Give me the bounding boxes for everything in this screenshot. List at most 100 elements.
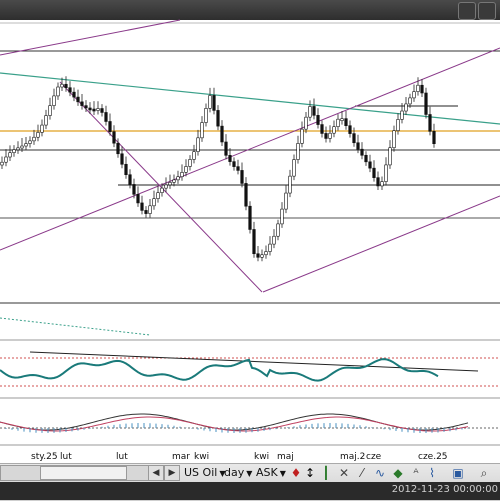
candle-body: [252, 229, 256, 255]
chart-type-icon[interactable]: ◆: [390, 465, 406, 481]
price-panel: [0, 19, 500, 304]
candle-body: [76, 96, 80, 103]
status-datetime: 2012-11-23 00:00:00: [391, 484, 498, 495]
candlestick-icon[interactable]: ┃: [318, 465, 334, 481]
candle-body: [80, 101, 84, 106]
axis-label: cze: [366, 452, 382, 462]
candle-body: [156, 192, 160, 199]
price-side-select[interactable]: ASK ▼: [254, 465, 288, 481]
line-tool-icon[interactable]: ⁄: [354, 465, 370, 481]
candle-body: [384, 164, 388, 182]
candle-body: [40, 124, 44, 133]
zoom-icon[interactable]: ⌕: [476, 465, 492, 481]
arrow-right-icon[interactable]: ▶: [164, 465, 180, 481]
candle-body: [48, 105, 52, 116]
candle-body: [88, 107, 92, 111]
axis-label: sty.25: [31, 452, 58, 462]
candle-body: [296, 143, 300, 160]
candle-body: [204, 108, 208, 123]
candle-body: [336, 118, 340, 127]
candle-body: [36, 132, 40, 138]
candle-body: [424, 92, 428, 115]
candle-body: [196, 137, 200, 152]
candle-body: [240, 170, 244, 184]
candle-body: [72, 91, 76, 98]
macd-panel: [0, 413, 500, 433]
candle-body: [304, 116, 308, 130]
candle-body: [288, 175, 292, 194]
candle-body: [388, 147, 392, 166]
candle-body: [56, 86, 60, 97]
candle-body: [364, 154, 368, 163]
candle-body: [220, 125, 224, 143]
axis-label: lut: [60, 452, 72, 462]
candle-body: [232, 161, 236, 167]
interval-select[interactable]: day ▼: [222, 465, 254, 481]
candle-body: [420, 84, 424, 94]
candle-body: [372, 167, 376, 178]
status-bar: 2012-11-23 00:00:00: [0, 482, 500, 500]
axis-label: mar: [172, 452, 190, 462]
candle-body: [16, 147, 20, 151]
candle-body: [408, 97, 412, 105]
scrollbar-thumb[interactable]: [40, 466, 127, 480]
candle-body: [224, 141, 228, 156]
candle-body: [180, 172, 184, 178]
candle-body: [428, 114, 432, 132]
candle-body: [404, 103, 408, 112]
candle-body: [356, 142, 360, 150]
candle-body: [0, 161, 4, 166]
candle-body: [316, 115, 320, 125]
candle-body: [24, 143, 28, 147]
candle-body: [324, 133, 328, 139]
cursor-tool-icon[interactable]: ↕: [302, 465, 318, 481]
candle-body: [276, 223, 280, 237]
instrument-select[interactable]: US Oil ▼: [182, 465, 227, 481]
axis-label: cze.25: [418, 452, 448, 462]
candle-body: [416, 84, 420, 92]
arrow-left-icon[interactable]: ◀: [148, 465, 164, 481]
candles: [0, 76, 436, 262]
crosshair-icon[interactable]: ✕: [336, 465, 352, 481]
candle-body: [248, 205, 252, 230]
candle-body: [136, 194, 140, 204]
candle-body: [124, 163, 128, 176]
candle-body: [308, 106, 312, 118]
candle-body: [120, 153, 124, 165]
candle-body: [152, 198, 156, 207]
candle-body: [168, 182, 172, 186]
candle-body: [144, 210, 148, 214]
candle-body: [328, 132, 332, 139]
candle-body: [84, 105, 88, 109]
template-icon[interactable]: ▣: [450, 465, 466, 481]
volume-trend: [0, 317, 151, 336]
axis-label: kwi: [194, 452, 210, 462]
candle-body: [260, 254, 264, 258]
candle-body: [244, 183, 248, 207]
candle-body: [368, 161, 372, 169]
candle-body: [108, 121, 112, 132]
ruler-icon[interactable]: ⌇: [424, 465, 440, 481]
candle-body: [20, 145, 24, 149]
text-tool-icon[interactable]: ᴬ: [408, 465, 424, 481]
candle-body: [208, 95, 212, 109]
indicator-icon[interactable]: ∿: [372, 465, 388, 481]
axis-label: maj.2: [340, 452, 366, 462]
candle-body: [412, 91, 416, 99]
candle-body: [116, 142, 120, 155]
oscillator-panel: [0, 351, 500, 387]
candle-body: [112, 131, 116, 144]
candle-body: [236, 166, 240, 171]
channel-line-upper: [0, 19, 181, 56]
candle-body: [4, 156, 8, 163]
candle-body: [44, 115, 48, 126]
candle-body: [268, 243, 272, 252]
candle-body: [100, 108, 104, 113]
candle-body: [172, 179, 176, 183]
price-chart-canvas[interactable]: [0, 0, 500, 500]
channel-line-bottom: [262, 195, 500, 293]
candle-body: [216, 110, 220, 127]
candle-body: [32, 136, 36, 142]
candle-body: [256, 253, 260, 258]
candle-body: [432, 131, 436, 145]
